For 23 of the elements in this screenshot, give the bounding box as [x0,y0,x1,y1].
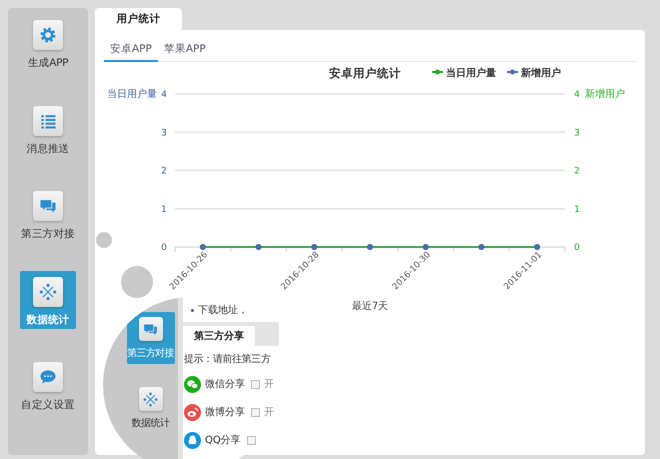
tick-label: 0 [574,243,580,253]
tick-label: 1 [161,204,167,215]
hint-text: 提示：请前往第三方 [184,352,272,366]
share-label: 微信分享 [205,378,245,391]
legend-label: 当日用户量 [446,68,496,79]
checkbox-label: 开 [264,406,274,419]
legend-label: 新增用户 [521,68,561,79]
tick-label: 4 [574,90,580,100]
tick-label: 1 [574,204,580,215]
axis-title: 最近7天 [352,301,388,312]
download-label: 下载地址， [198,304,248,317]
tick-label: 0 [161,243,167,253]
tick-label: 2 [574,166,580,176]
tick-label: 2 [161,166,167,176]
tick-label: 4 [161,90,167,100]
share-label: 微博分享 [205,406,245,419]
chart-title: 安卓用户统计 [329,66,401,80]
axis-title: 新增用户 [585,89,625,100]
tick-label: 3 [574,128,580,138]
axis-title: 当日用户量 [107,89,157,100]
tick-label: 3 [161,128,167,138]
share-label: QQ分享 [205,434,241,447]
checkbox-label: 开 [264,378,274,391]
